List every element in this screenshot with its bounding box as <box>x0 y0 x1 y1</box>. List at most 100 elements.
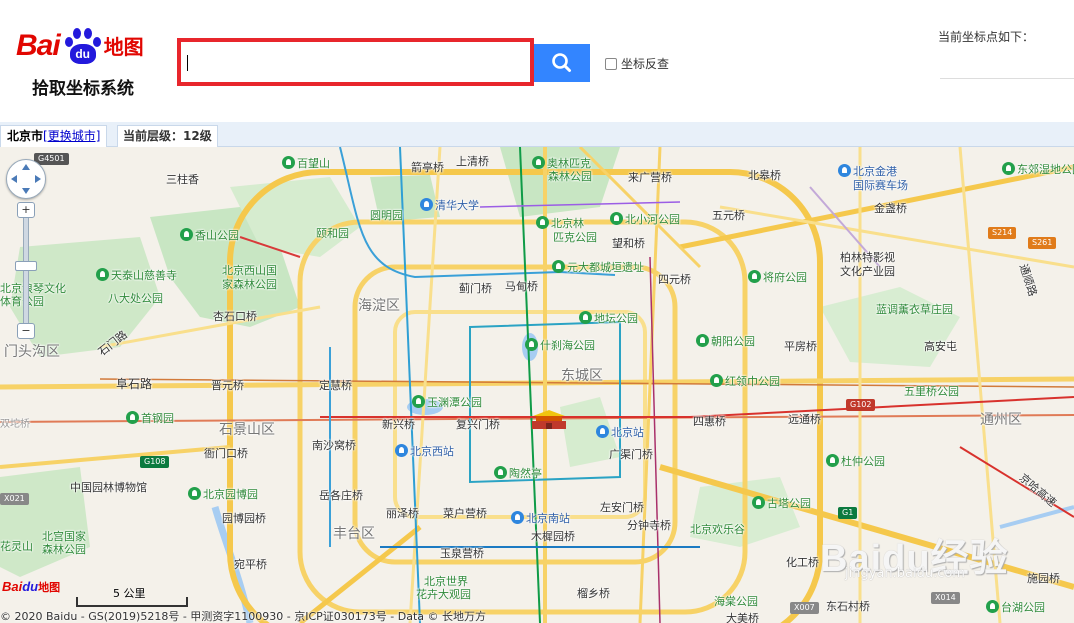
park-icon <box>536 216 549 229</box>
pan-arrows-icon <box>11 164 41 194</box>
map-label: 望和桥 <box>612 237 645 250</box>
map-canvas[interactable]: 海淀区 东城区 石景山区 丰台区 通州区 门头沟区 百望山 箭亭桥 上清桥 奥林… <box>0 147 1074 623</box>
search-button[interactable] <box>534 44 590 82</box>
search-input[interactable] <box>181 42 527 82</box>
highway-shield: G102 <box>846 399 876 411</box>
map-label: 榴乡桥 <box>577 587 610 600</box>
map-label: 森林公园 <box>548 170 592 183</box>
tiananmen-landmark-icon <box>532 410 566 429</box>
map-label: 北京欢乐谷 <box>690 523 745 536</box>
map-label: 家森林公园 <box>222 278 277 291</box>
change-city-link[interactable]: [更换城市] <box>43 129 100 143</box>
map-label: 蓝调薰衣草庄园 <box>876 303 953 316</box>
reverse-lookup-checkbox[interactable] <box>605 57 617 70</box>
logo-map-text: 地图 <box>103 35 144 59</box>
map-label: 四惠桥 <box>693 415 726 428</box>
map-label: 南沙窝桥 <box>312 439 356 452</box>
map-label: 马甸桥 <box>505 280 538 293</box>
copyright-text: © 2020 Baidu - GS(2019)5218号 - 甲测资字11009… <box>0 610 487 623</box>
map-label: 金盏桥 <box>874 202 907 215</box>
current-city: 北京市 <box>7 129 44 143</box>
park-icon <box>188 487 201 500</box>
park-icon <box>710 374 723 387</box>
coordinate-output-field[interactable] <box>940 52 1074 79</box>
search-box <box>177 38 534 86</box>
highway-shield: X021 <box>0 493 29 505</box>
search-icon <box>552 53 571 72</box>
map-label: 香山公园 <box>180 227 239 243</box>
park-icon <box>532 156 545 169</box>
map-label: 蓟门桥 <box>459 282 492 295</box>
map-label: 清华大学 <box>420 197 479 213</box>
map-label: 北小河公园 <box>610 211 680 227</box>
highway-shield: G1 <box>838 507 858 519</box>
logo-subtitle: 拾取坐标系统 <box>32 79 134 99</box>
zoom-slider-handle[interactable] <box>15 261 37 271</box>
map-label: 岳各庄桥 <box>319 489 363 502</box>
map-label: 广渠门桥 <box>609 448 653 461</box>
map-label: 来广营桥 <box>628 171 672 184</box>
map-label: 复兴门桥 <box>456 418 500 431</box>
baidu-map-logo[interactable]: Bai du 地图 拾取坐标系统 <box>16 26 166 99</box>
map-label: 双坨桥 <box>0 419 30 430</box>
map-label: 北皋桥 <box>748 169 781 182</box>
map-label: 台湖公园 <box>986 599 1045 615</box>
highway-shield: X014 <box>931 592 960 604</box>
map-label: 森林公园 <box>42 543 86 556</box>
map-label: 北京园博园 <box>188 486 258 502</box>
map-label: 高安屯 <box>924 340 957 353</box>
baidu-mini-logo: Baidu地图 <box>2 579 61 594</box>
map-label: 五元桥 <box>712 209 745 222</box>
map-label: 阜石路 <box>116 377 153 391</box>
train-station-icon <box>395 444 408 457</box>
map-label: 东石村桥 <box>826 600 870 613</box>
map-label: 杜仲公园 <box>826 453 885 469</box>
map-label: 中国园林博物馆 <box>70 481 147 494</box>
park-icon <box>282 156 295 169</box>
reverse-lookup-label: 坐标反查 <box>621 57 670 71</box>
highway-shield: S214 <box>988 227 1017 239</box>
zoom-slider-track[interactable] <box>23 213 29 333</box>
park-icon <box>180 228 193 241</box>
map-label: 箭亭桥 <box>411 161 444 174</box>
map-label: 北京站 <box>596 424 644 440</box>
school-icon <box>420 198 433 211</box>
map-label: 左安门桥 <box>600 501 644 514</box>
map-label: 杏石口桥 <box>213 310 257 323</box>
map-label: 平房桥 <box>784 340 817 353</box>
park-icon <box>494 466 507 479</box>
text-caret <box>187 55 188 71</box>
map-label: 红领巾公园 <box>710 373 780 389</box>
map-label: 化工桥 <box>786 556 819 569</box>
map-label: 将府公园 <box>748 269 807 285</box>
map-label: 衙门口桥 <box>204 447 248 460</box>
scale-bar <box>76 597 188 607</box>
district-label: 通州区 <box>980 412 1022 428</box>
logo-du: du <box>75 47 91 61</box>
district-label: 东城区 <box>561 368 603 384</box>
map-label: 木樨园桥 <box>531 530 575 543</box>
map-label: 匹克公园 <box>553 231 597 244</box>
map-label: 晋元桥 <box>211 379 244 392</box>
map-label: 海棠公园 <box>714 595 758 608</box>
map-label: 定慧桥 <box>319 379 352 392</box>
reverse-lookup-toggle[interactable]: 坐标反查 <box>605 55 669 72</box>
map-label: 花卉大观园 <box>416 588 471 601</box>
zoom-out-button[interactable]: − <box>17 323 35 339</box>
pan-control[interactable] <box>6 159 46 199</box>
map-label: 丽泽桥 <box>386 507 419 520</box>
map-label: 施园桥 <box>1027 572 1060 585</box>
park-icon <box>986 600 999 613</box>
zoom-in-button[interactable]: + <box>17 202 35 218</box>
district-label: 丰台区 <box>333 526 375 542</box>
map-label: 天泰山慈善寺 <box>96 267 177 283</box>
map-label: 古塔公园 <box>752 495 811 511</box>
map-label: 文化产业园 <box>840 265 895 278</box>
paw-icon: du <box>61 26 101 66</box>
map-label: 分钟寺桥 <box>627 519 671 532</box>
map-label: 新兴桥 <box>382 418 415 431</box>
zoom-level-indicator: 当前层级：12级 <box>117 125 218 147</box>
map-label: 上清桥 <box>456 155 489 168</box>
map-label: 体育公园 <box>0 295 44 308</box>
map-label: 花灵山 <box>0 540 33 553</box>
